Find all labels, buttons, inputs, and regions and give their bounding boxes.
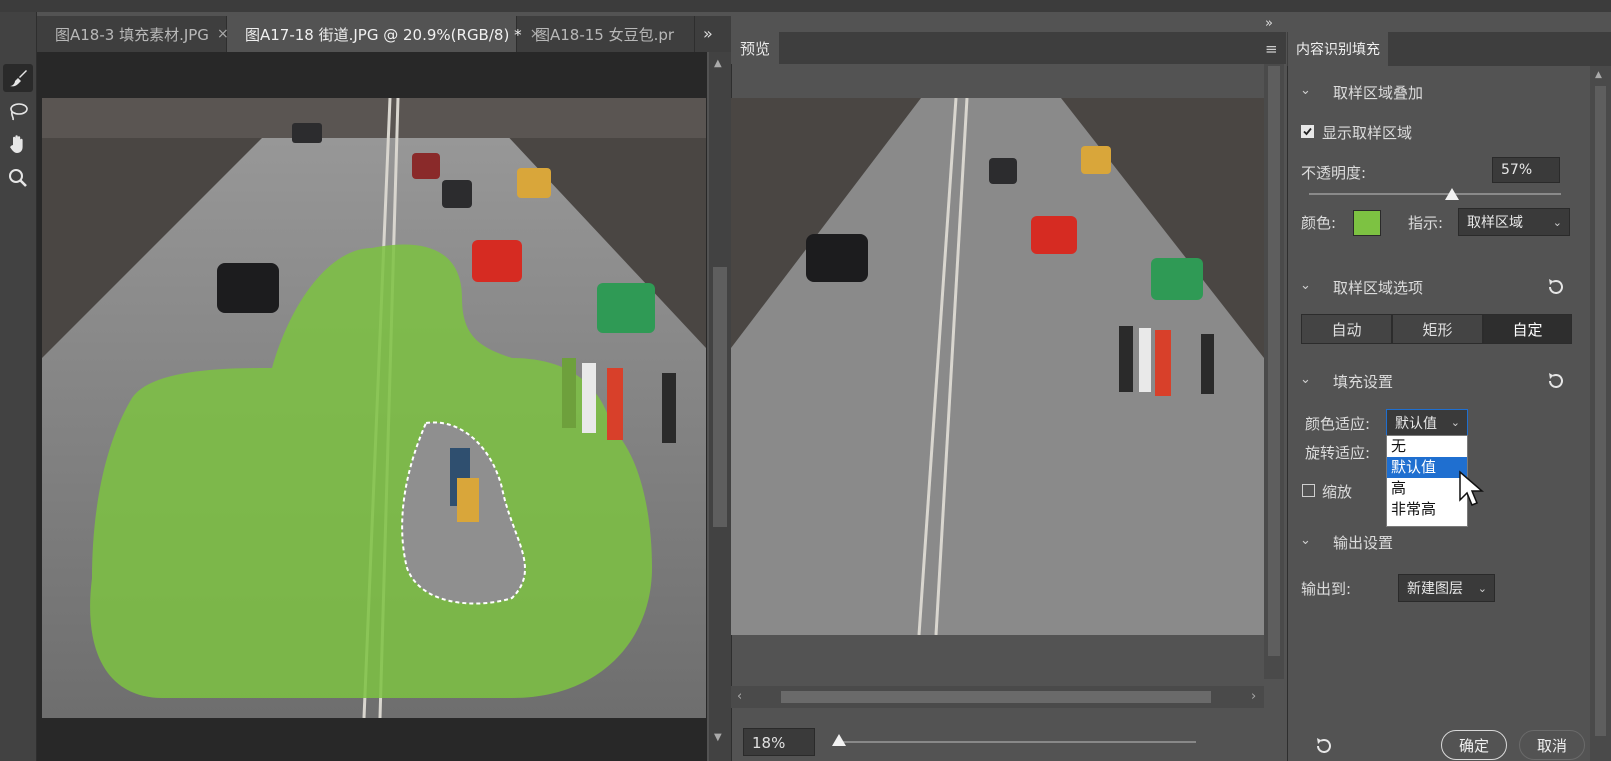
scale-checkbox[interactable] xyxy=(1302,484,1315,497)
tab-fill-material[interactable]: 图A18-3 填充素材.JPG × xyxy=(37,16,229,52)
scroll-thumb[interactable] xyxy=(1268,66,1280,656)
scroll-thumb[interactable] xyxy=(781,691,1211,703)
color-adapt-value: 默认值 xyxy=(1395,415,1437,432)
indicate-label: 指示: xyxy=(1408,214,1444,232)
lasso-tool-icon[interactable] xyxy=(3,98,33,126)
left-toolbar xyxy=(0,12,37,761)
tab-street[interactable]: 图A17-18 街道.JPG @ 20.9%(RGB/8) * × xyxy=(227,16,541,52)
collapse-icon[interactable]: » xyxy=(1265,16,1273,31)
zoom-field[interactable]: 18% xyxy=(743,728,815,756)
document-tab-bar: 图A18-3 填充素材.JPG × 图A17-18 街道.JPG @ 20.9%… xyxy=(37,16,731,52)
rotation-adapt-label: 旋转适应: xyxy=(1305,444,1371,462)
auto-button[interactable]: 自动 xyxy=(1301,314,1392,344)
indicate-value: 取样区域 xyxy=(1467,215,1523,231)
opacity-label: 不透明度: xyxy=(1301,164,1367,182)
scroll-thumb[interactable] xyxy=(1595,86,1606,736)
zoom-slider-track[interactable] xyxy=(838,741,1196,743)
custom-button[interactable]: 自定 xyxy=(1483,314,1572,344)
reset-icon[interactable] xyxy=(1545,276,1567,298)
preview-image xyxy=(731,98,1264,635)
opacity-field[interactable]: 57% xyxy=(1492,157,1560,183)
scroll-thumb[interactable] xyxy=(713,267,727,527)
option-none[interactable]: 无 xyxy=(1387,436,1467,457)
zoom-slider-thumb[interactable] xyxy=(832,734,846,746)
chevron-down-icon: ⌄ xyxy=(1477,581,1487,595)
panel-menu-icon[interactable]: ≡ xyxy=(1265,40,1278,58)
canvas-vertical-scrollbar[interactable]: ▲ ▼ xyxy=(709,52,731,761)
opacity-slider-thumb[interactable] xyxy=(1445,188,1459,200)
chevron-down-icon[interactable]: ⌄ xyxy=(1300,83,1311,98)
section-output-settings: 输出设置 xyxy=(1333,534,1394,552)
preview-horizontal-scrollbar[interactable]: ‹ › xyxy=(731,686,1264,708)
color-label: 颜色: xyxy=(1301,214,1337,232)
option-very-high[interactable]: 非常高 xyxy=(1387,499,1467,520)
show-sampling-checkbox[interactable] xyxy=(1301,125,1314,138)
preview-vertical-scrollbar[interactable] xyxy=(1264,64,1284,679)
output-value: 新建图层 xyxy=(1407,581,1463,597)
chevron-down-icon[interactable]: ⌄ xyxy=(1300,533,1311,548)
option-default[interactable]: 默认值 xyxy=(1387,457,1467,478)
cancel-button[interactable]: 取消 xyxy=(1519,730,1585,760)
section-fill-settings: 填充设置 xyxy=(1333,373,1394,391)
tab-label: 图A18-3 填充素材.JPG xyxy=(55,25,209,44)
document-image[interactable] xyxy=(42,98,706,718)
chevron-down-icon: ⌄ xyxy=(1552,215,1562,229)
scroll-left-icon[interactable]: ‹ xyxy=(737,689,742,704)
output-select[interactable]: 新建图层 ⌄ xyxy=(1398,574,1495,602)
cursor-arrow-icon xyxy=(1459,470,1485,506)
tab-label: 图A18-15 女豆包.pr xyxy=(535,25,675,44)
show-sampling-label: 显示取样区域 xyxy=(1322,124,1413,142)
color-adapt-select[interactable]: 默认值 ⌄ xyxy=(1386,409,1468,436)
zoom-tool-icon[interactable] xyxy=(3,164,33,192)
preview-header xyxy=(731,32,1286,64)
reset-all-icon[interactable] xyxy=(1313,735,1335,757)
indicate-select[interactable]: 取样区域 ⌄ xyxy=(1458,208,1570,236)
scroll-up-icon[interactable]: ▲ xyxy=(1595,70,1602,80)
color-adapt-label: 颜色适应: xyxy=(1305,415,1371,433)
tab-preview[interactable]: 预览 xyxy=(731,32,779,64)
tab-label: 图A17-18 街道.JPG @ 20.9%(RGB/8) * xyxy=(245,25,522,44)
opacity-slider-track[interactable] xyxy=(1309,193,1561,195)
rectangle-button[interactable]: 矩形 xyxy=(1392,314,1483,344)
tab-content-aware-fill[interactable]: 内容识别填充 xyxy=(1288,32,1388,66)
tab-overflow-icon[interactable]: » xyxy=(703,24,713,43)
scroll-up-icon[interactable]: ▲ xyxy=(714,58,722,69)
section-sampling-options: 取样区域选项 xyxy=(1333,279,1424,297)
color-swatch[interactable] xyxy=(1353,210,1381,236)
reset-icon[interactable] xyxy=(1545,370,1567,392)
tab-doubao[interactable]: 图A18-15 女豆包.pr xyxy=(517,16,695,52)
section-sampling-overlay: 取样区域叠加 xyxy=(1333,84,1424,102)
top-strip xyxy=(0,0,1611,12)
chevron-down-icon: ⌄ xyxy=(1450,416,1460,429)
ok-button[interactable]: 确定 xyxy=(1441,730,1507,760)
panel-scrollbar[interactable]: ▲ xyxy=(1590,66,1611,761)
output-to-label: 输出到: xyxy=(1301,580,1352,598)
chevron-down-icon[interactable]: ⌄ xyxy=(1300,372,1311,387)
option-high[interactable]: 高 xyxy=(1387,478,1467,499)
scale-label: 缩放 xyxy=(1322,483,1353,501)
scroll-right-icon[interactable]: › xyxy=(1251,689,1256,704)
hand-tool-icon[interactable] xyxy=(3,130,33,158)
chevron-down-icon[interactable]: ⌄ xyxy=(1300,278,1311,293)
color-adapt-dropdown: 无 默认值 高 非常高 xyxy=(1386,435,1468,527)
brush-tool-icon[interactable] xyxy=(3,64,33,92)
scroll-down-icon[interactable]: ▼ xyxy=(714,732,722,743)
